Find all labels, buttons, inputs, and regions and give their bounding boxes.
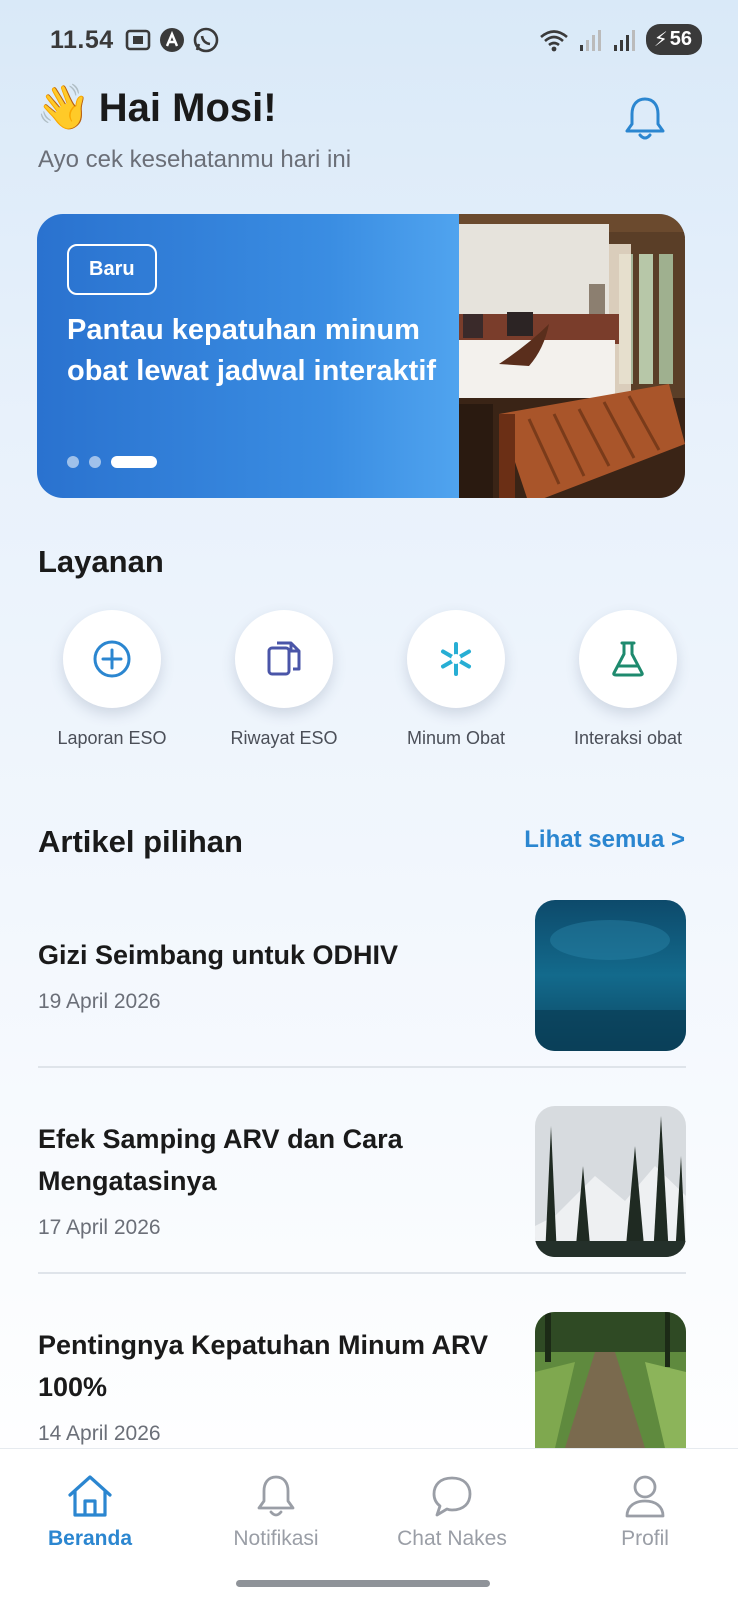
status-notification-icons [124, 26, 220, 54]
article-divider [38, 1066, 686, 1068]
nav-label: Beranda [47, 1527, 133, 1550]
battery-level: 56 [669, 28, 692, 50]
service-interaksi-obat[interactable]: Interaksi obat [546, 610, 710, 749]
bell-icon [625, 97, 665, 140]
wifi-icon [539, 29, 568, 51]
promo-banner[interactable]: Baru Pantau kepatuhan minum obat lewat j… [37, 214, 685, 498]
article-thumbnail-forest [535, 1106, 686, 1257]
greeting-title: Hai Mosi! [98, 85, 277, 130]
article-title: Gizi Seimbang untuk ODHIV [38, 940, 399, 970]
battery-indicator: ⚡ 56 [645, 24, 702, 55]
banner-pagination [67, 456, 157, 468]
pagination-dot[interactable] [67, 456, 79, 468]
pagination-dot-active[interactable] [111, 456, 157, 468]
charging-icon: ⚡ [653, 29, 668, 51]
nav-chat-nakes[interactable]: Chat Nakes [382, 1473, 522, 1551]
article-item[interactable]: Pentingnya Kepatuhan Minum ARV 100% 14 A… [38, 1312, 686, 1452]
article-item[interactable]: Gizi Seimbang untuk ODHIV 19 April 2026 [38, 900, 686, 1052]
service-label: Interaksi obat [573, 728, 683, 748]
whatsapp-icon [193, 27, 219, 53]
articles-title: Artikel pilihan [38, 824, 243, 859]
status-time: 11.54 [50, 26, 114, 54]
nav-label: Notifikasi [233, 1527, 319, 1550]
plus-circle-icon [93, 640, 131, 678]
article-title: Efek Samping ARV dan Cara Mengatasinya [38, 1124, 403, 1196]
services-title: Layanan [38, 544, 164, 579]
article-title: Pentingnya Kepatuhan Minum ARV 100% [38, 1330, 489, 1402]
banner-headline: Pantau kepatuhan minum obat lewat jadwal… [67, 314, 437, 387]
nav-label: Profil [621, 1527, 669, 1550]
greeting-subtitle: Ayo cek kesehatanmu hari ini [38, 146, 352, 173]
nav-notifikasi[interactable]: Notifikasi [206, 1473, 346, 1551]
nav-profil[interactable]: Profil [575, 1473, 715, 1551]
wave-icon: 👋 [36, 83, 91, 132]
article-item[interactable]: Efek Samping ARV dan Cara Mengatasinya 1… [38, 1106, 686, 1258]
nav-beranda[interactable]: Beranda [20, 1473, 160, 1551]
signal-icon [579, 29, 601, 51]
article-date: 19 April 2026 [38, 990, 161, 1013]
service-icon-button[interactable] [579, 610, 677, 708]
nav-label: Chat Nakes [397, 1527, 507, 1550]
article-thumbnail-path [535, 1312, 686, 1448]
service-icon-button[interactable] [63, 610, 161, 708]
service-label: Laporan ESO [57, 728, 167, 748]
bell-icon [257, 1475, 295, 1517]
screenshot-icon [125, 29, 151, 51]
article-date: 14 April 2026 [38, 1422, 161, 1445]
service-icon-button[interactable] [407, 610, 505, 708]
service-icon-button[interactable] [235, 610, 333, 708]
article-date: 17 April 2026 [38, 1216, 161, 1239]
documents-icon [267, 641, 301, 676]
greeting-row: 👋 Hai Mosi! [36, 82, 277, 134]
services-grid: Laporan ESO Riwayat ESO Minum Obat Inter… [30, 610, 710, 749]
service-minum-obat[interactable]: Minum Obat [374, 610, 538, 749]
pagination-dot[interactable] [89, 456, 101, 468]
service-riwayat-eso[interactable]: Riwayat ESO [202, 610, 366, 749]
service-laporan-eso[interactable]: Laporan ESO [30, 610, 194, 749]
home-icon [68, 1475, 112, 1517]
article-divider [38, 1272, 686, 1274]
asterisk-icon [441, 642, 471, 676]
user-icon [625, 1475, 665, 1518]
chat-icon [432, 1476, 472, 1517]
status-system-icons: ⚡ 56 [538, 24, 702, 55]
flask-icon [612, 641, 644, 677]
service-label: Minum Obat [406, 728, 506, 748]
banner-bedroom-image [459, 214, 685, 498]
service-label: Riwayat ESO [230, 728, 338, 748]
banner-badge: Baru [67, 244, 157, 295]
status-bar: 11.54 ⚡ 56 [0, 0, 738, 80]
see-all-link[interactable]: Lihat semua > [524, 826, 685, 854]
app-a-icon [160, 28, 184, 52]
home-indicator[interactable] [236, 1580, 490, 1587]
signal-icon-2 [613, 29, 635, 51]
article-thumbnail-ocean [535, 900, 686, 1051]
notification-button[interactable] [622, 94, 668, 144]
bottom-navigation: Beranda Notifikasi Chat Nakes Profil [0, 1448, 738, 1600]
